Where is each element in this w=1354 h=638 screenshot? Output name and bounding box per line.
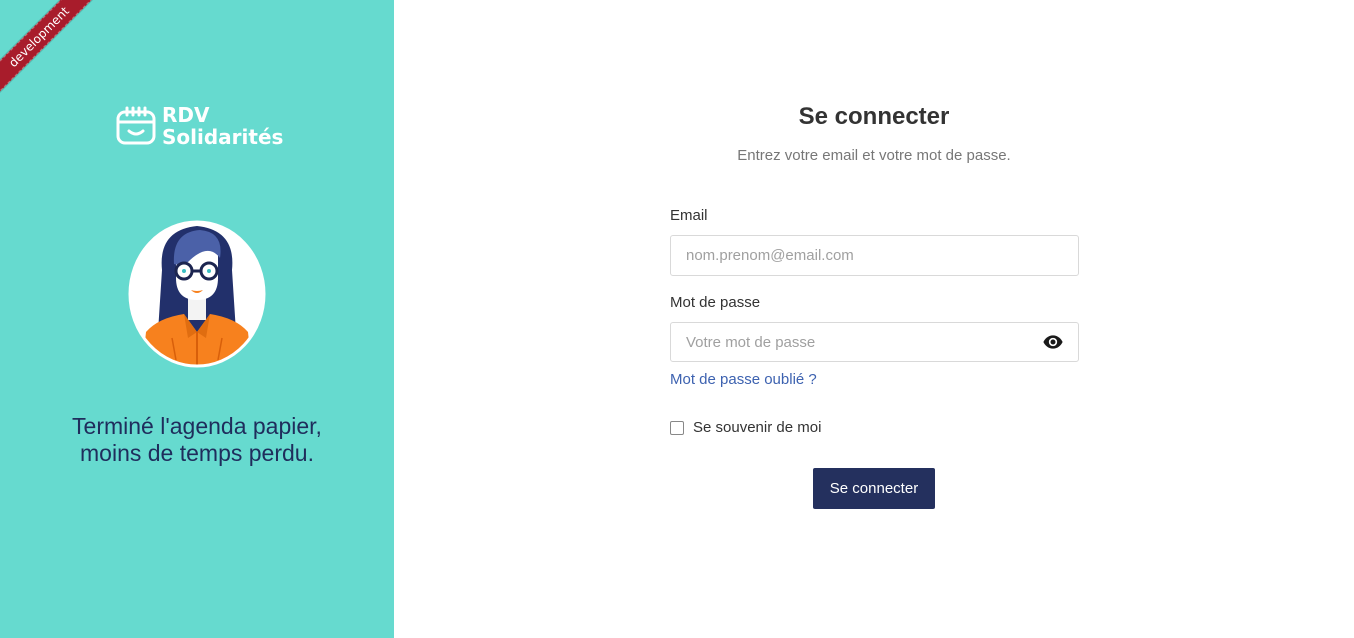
remember-me-checkbox[interactable] bbox=[670, 420, 684, 435]
environment-ribbon: development bbox=[0, 0, 100, 98]
email-label: Email bbox=[670, 207, 708, 224]
tagline: Terminé l'agenda papier, moins de temps … bbox=[72, 413, 322, 466]
password-field-wrapper bbox=[670, 322, 1079, 362]
eye-icon[interactable] bbox=[1043, 333, 1063, 351]
brand-name: RDV Solidarités bbox=[162, 104, 283, 148]
brand-panel: development RDV Solidarités Terminé l'ag… bbox=[0, 0, 394, 638]
password-field[interactable] bbox=[670, 322, 1079, 362]
login-button[interactable]: Se connecter bbox=[813, 468, 935, 509]
email-field[interactable] bbox=[670, 235, 1079, 276]
calendar-smile-icon bbox=[116, 106, 156, 145]
brand-name-line1: RDV bbox=[162, 103, 210, 127]
remember-me-row: Se souvenir de moi bbox=[670, 419, 1079, 436]
woman-avatar-illustration bbox=[128, 220, 266, 368]
login-page: development RDV Solidarités Terminé l'ag… bbox=[0, 0, 1354, 638]
remember-me-label[interactable]: Se souvenir de moi bbox=[693, 419, 821, 436]
page-title: Se connecter bbox=[798, 103, 950, 130]
login-form: Email Mot de passe Mot de passe oublié ?… bbox=[670, 207, 1079, 436]
login-panel: Se connecter Entrez votre email et votre… bbox=[394, 0, 1354, 638]
email-field-wrapper bbox=[670, 235, 1079, 276]
brand-name-line2: Solidarités bbox=[162, 125, 284, 149]
brand-logo[interactable]: RDV Solidarités bbox=[115, 104, 283, 148]
password-label: Mot de passe bbox=[670, 294, 761, 311]
page-subtitle: Entrez votre email et votre mot de passe… bbox=[737, 147, 1011, 164]
forgot-password-link[interactable]: Mot de passe oublié ? bbox=[670, 371, 817, 388]
